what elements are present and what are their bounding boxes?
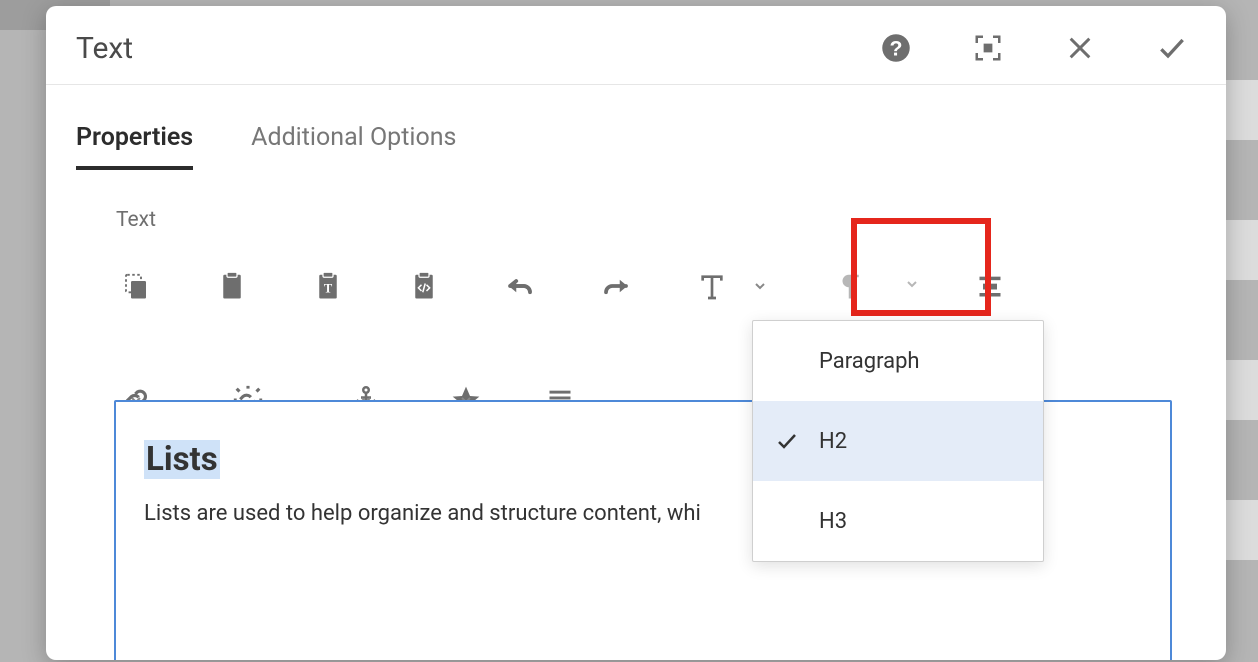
check-icon	[1156, 32, 1188, 64]
cancel-button[interactable]	[1062, 30, 1098, 66]
chevron-down-icon	[752, 278, 768, 294]
paraformat-option-label: H2	[819, 429, 847, 454]
undo-button[interactable]	[496, 260, 544, 312]
copy-icon	[121, 271, 151, 301]
check-icon	[775, 429, 799, 453]
paste-button[interactable]	[208, 260, 256, 312]
text-style-button[interactable]	[688, 260, 736, 312]
confirm-button[interactable]	[1154, 30, 1190, 66]
redo-button[interactable]	[592, 260, 640, 312]
paraformat-option-h2[interactable]: H2	[753, 401, 1043, 481]
copy-button[interactable]	[112, 260, 160, 312]
tab-properties[interactable]: Properties	[76, 123, 193, 170]
paraformat-dropdown-toggle[interactable]	[904, 276, 920, 296]
align-center-icon	[975, 272, 1005, 300]
chevron-down-icon	[904, 276, 920, 292]
redo-icon	[599, 271, 633, 301]
pilcrow-icon	[835, 270, 865, 302]
dialog-title: Text	[76, 31, 878, 66]
field-label-text: Text	[116, 208, 1166, 232]
dialog-header: Text ?	[46, 6, 1226, 85]
svg-text:T: T	[324, 281, 333, 295]
paraformat-dropdown: Paragraph H2 H3	[752, 320, 1044, 562]
text-icon	[696, 270, 728, 302]
dialog-body: Text T	[46, 170, 1226, 660]
paste-html-icon	[409, 270, 439, 302]
fullscreen-icon	[973, 33, 1003, 63]
dialog-header-actions: ?	[878, 30, 1196, 66]
editor-heading[interactable]: Lists	[144, 440, 220, 479]
text-edit-dialog: Text ? Properties Additional Options Tex…	[46, 6, 1226, 660]
dialog-tabs: Properties Additional Options	[46, 85, 1226, 170]
paraformat-option-label: H3	[819, 509, 847, 534]
text-style-dropdown-toggle[interactable]	[748, 260, 772, 312]
selected-check	[775, 429, 819, 453]
paraformat-option-label: Paragraph	[819, 349, 920, 374]
paraformat-option-paragraph[interactable]: Paragraph	[753, 321, 1043, 401]
paste-text-button[interactable]: T	[304, 260, 352, 312]
paste-text-icon: T	[313, 270, 343, 302]
close-icon	[1066, 34, 1094, 62]
paste-html-button[interactable]	[400, 260, 448, 312]
svg-text:?: ?	[890, 37, 903, 61]
paraformat-button-group	[816, 254, 930, 318]
help-icon: ?	[881, 33, 911, 63]
paraformat-option-h3[interactable]: H3	[753, 481, 1043, 561]
fullscreen-button[interactable]	[970, 30, 1006, 66]
help-button[interactable]: ?	[878, 30, 914, 66]
paraformat-button[interactable]	[826, 260, 874, 312]
align-button[interactable]	[966, 260, 1014, 312]
tab-additional-options[interactable]: Additional Options	[251, 123, 456, 170]
undo-icon	[503, 271, 537, 301]
clipboard-icon	[217, 270, 247, 302]
